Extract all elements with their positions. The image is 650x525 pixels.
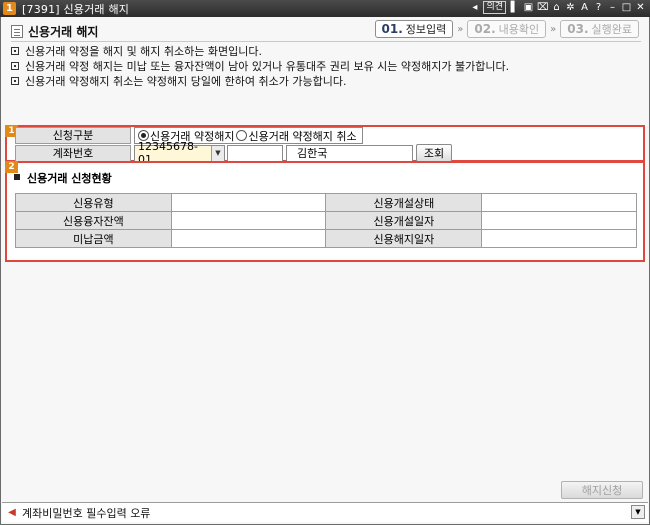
font-size-icon[interactable]: A: [579, 1, 590, 14]
cell-label: 미납금액: [15, 229, 172, 248]
cell-value: [481, 211, 637, 230]
cell-value: [481, 193, 637, 212]
account-label: 계좌번호: [15, 144, 131, 162]
section-marker-icon: [14, 174, 20, 180]
step-1-number: 01.: [381, 22, 403, 36]
opinion-button[interactable]: 의견: [483, 1, 506, 14]
note-item: 신용거래 약정을 해지 및 해지 취소하는 화면입니다.: [11, 43, 509, 58]
account-name: 김한국: [286, 144, 413, 162]
search-button[interactable]: 조회: [416, 144, 452, 162]
note-item: 신용거래 약정해지 취소는 약정해지 당일에 한하여 취소가 가능합니다.: [11, 73, 509, 88]
cell-label: 신용융자잔액: [15, 211, 172, 230]
note-item: 신용거래 약정 해지는 미납 또는 융자잔액이 남아 있거나 유통대주 권리 보…: [11, 58, 509, 73]
cell-label: 신용개설상태: [325, 193, 483, 212]
account-select[interactable]: 12345678-01 ▼: [134, 140, 225, 166]
table-row: 신용융자잔액 신용개설일자: [15, 211, 637, 230]
window-body: 신용거래 해지 01. 정보입력 » 02. 내용확인 » 03. 실행완료 신…: [0, 17, 650, 525]
page-title-row: 신용거래 해지: [11, 23, 98, 40]
page-title: 신용거래 해지: [28, 25, 99, 39]
password-input[interactable]: [227, 144, 283, 162]
input-section: 1 신청구분 신용거래 약정해지 신용거래 약정해지 취소 계좌번호 12345…: [5, 125, 645, 166]
step-2: 02. 내용확인: [467, 20, 547, 38]
arrow-left-icon[interactable]: ◂: [469, 1, 480, 14]
status-message: 계좌비밀번호 필수입력 오류: [22, 506, 151, 520]
step-1: 01. 정보입력: [374, 20, 454, 38]
note-text: 신용거래 약정을 해지 및 해지 취소하는 화면입니다.: [25, 44, 262, 58]
close-icon[interactable]: ✕: [635, 1, 646, 14]
chevron-down-icon[interactable]: ▼: [631, 505, 645, 519]
note-text: 신용거래 약정해지 취소는 약정해지 당일에 한하여 취소가 가능합니다.: [25, 74, 347, 88]
table-row: 신용유형 신용개설상태: [15, 193, 637, 212]
status-bar: ◀ 계좌비밀번호 필수입력 오류 ▼: [2, 502, 648, 522]
account-row: 계좌번호 12345678-01 ▼ 김한국 조회: [15, 140, 452, 166]
section-2-badge: 2: [5, 161, 18, 173]
cell-label: 신용개설일자: [325, 211, 483, 230]
document-icon: [11, 25, 23, 38]
window-title: [7391] 신용거래 해지: [22, 2, 130, 16]
info-notes: 신용거래 약정을 해지 및 해지 취소하는 화면입니다. 신용거래 약정 해지는…: [11, 43, 509, 88]
bullet-icon: [11, 61, 19, 70]
print-icon[interactable]: ⌧: [537, 1, 549, 14]
step-2-number: 02.: [474, 22, 496, 36]
window-number-badge: 1: [3, 2, 16, 15]
cell-value: [170, 211, 327, 230]
screen-icon[interactable]: ▣: [523, 1, 534, 14]
speaker-icon: ◀: [8, 507, 16, 518]
title-toolbar: ◂ 의견 ▌ ▣ ⌧ ⌂ ✲ A ? – □ ✕: [469, 1, 646, 14]
apply-termination-button[interactable]: 해지신청: [561, 481, 643, 499]
step-3: 03. 실행완료: [560, 20, 639, 38]
window-titlebar[interactable]: 1 [7391] 신용거래 해지 ◂ 의견 ▌ ▣ ⌧ ⌂ ✲ A ? – □ …: [0, 0, 650, 17]
cell-value: [170, 193, 327, 212]
cell-label: 신용유형: [15, 193, 172, 212]
table-row: 미납금액 신용해지일자: [15, 229, 637, 248]
bullet-icon: [11, 76, 19, 85]
minimize-icon[interactable]: –: [607, 1, 618, 14]
step-separator-icon: »: [457, 23, 464, 35]
step-indicator: 01. 정보입력 » 02. 내용확인 » 03. 실행완료: [374, 20, 639, 38]
section-title: 신용거래 신청현황: [27, 172, 112, 185]
request-type-label: 신청구분: [15, 127, 131, 144]
cell-label: 신용해지일자: [325, 229, 483, 248]
step-3-number: 03.: [567, 22, 589, 36]
note-text: 신용거래 약정 해지는 미납 또는 융자잔액이 남아 있거나 유통대주 권리 보…: [25, 59, 510, 73]
maximize-icon[interactable]: □: [621, 1, 632, 14]
chevron-down-icon[interactable]: ▼: [211, 145, 224, 161]
bullet-icon: [11, 46, 19, 55]
step-1-label: 정보입력: [405, 23, 447, 36]
settings-icon[interactable]: ✲: [565, 1, 576, 14]
radio-cancel-terminate[interactable]: 신용거래 약정해지 취소: [236, 128, 357, 144]
status-section: 2 신용거래 신청현황 신용유형 신용개설상태 신용융자잔액 신용개설일자 미납…: [5, 161, 645, 262]
step-separator-icon: »: [550, 23, 557, 35]
step-2-label: 내용확인: [498, 23, 540, 36]
cell-value: [481, 229, 637, 248]
link-icon[interactable]: ⌂: [551, 1, 562, 14]
radio-cancel-terminate-dot[interactable]: [236, 130, 248, 141]
page-header: 신용거래 해지 01. 정보입력 » 02. 내용확인 » 03. 실행완료 신…: [5, 17, 645, 95]
cell-value: [170, 229, 327, 248]
credit-status-table: 신용유형 신용개설상태 신용융자잔액 신용개설일자 미납금액 신용해지일자: [15, 193, 637, 248]
step-3-label: 실행완료: [591, 23, 632, 36]
radio-cancel-terminate-label[interactable]: 신용거래 약정해지 취소: [248, 128, 356, 144]
pin-icon[interactable]: ▌: [509, 1, 520, 14]
help-icon[interactable]: ?: [593, 1, 604, 14]
